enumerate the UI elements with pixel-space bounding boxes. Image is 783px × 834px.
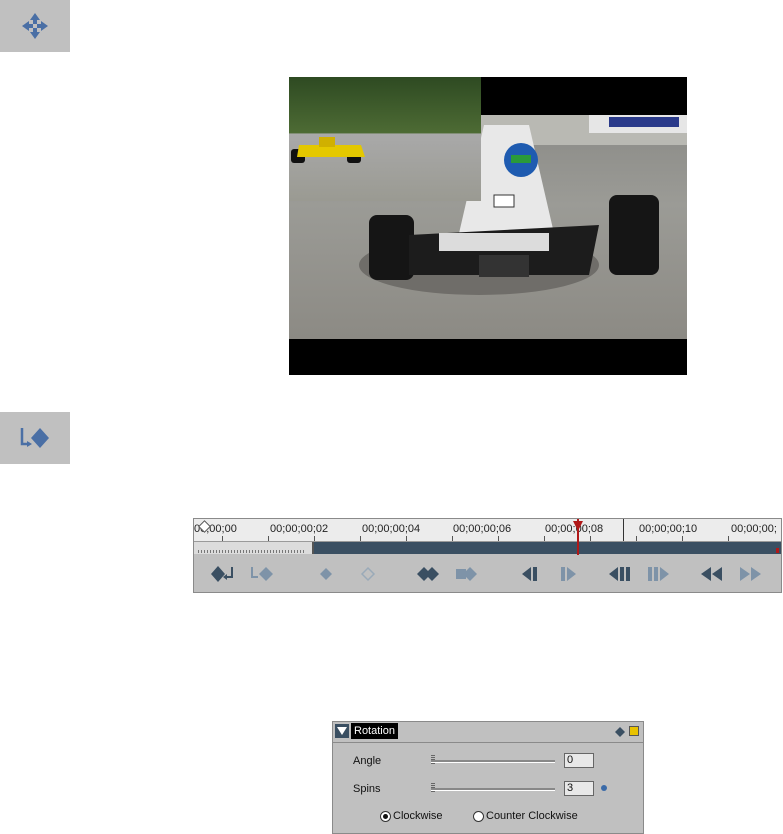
clear-keyframe-control[interactable] bbox=[354, 563, 382, 585]
ruler-tick bbox=[636, 536, 637, 541]
keyframe-diamond-icon[interactable] bbox=[614, 726, 626, 738]
go-to-start-control[interactable] bbox=[698, 563, 726, 585]
angle-input[interactable]: 0 bbox=[564, 753, 594, 768]
paste-keyframe-control[interactable] bbox=[452, 563, 480, 585]
pip-race-car bbox=[291, 137, 365, 163]
radio-selected-icon bbox=[380, 810, 391, 822]
ruler-tick bbox=[314, 536, 315, 541]
angle-slider[interactable] bbox=[431, 760, 555, 763]
ruler-tick bbox=[728, 536, 729, 541]
previous-keyframe-control[interactable] bbox=[516, 563, 544, 585]
timecode-label: 00;00;00;02 bbox=[270, 523, 329, 535]
spins-slider[interactable] bbox=[431, 788, 555, 791]
spins-keyframe-dot bbox=[601, 785, 607, 791]
timecode-label: 00;00;00;04 bbox=[362, 523, 421, 535]
collapse-triangle-icon bbox=[337, 727, 347, 735]
rewind-icon bbox=[701, 567, 722, 581]
copy-keyframe-control[interactable] bbox=[414, 563, 442, 585]
picture-in-picture-frame bbox=[289, 77, 481, 201]
ruler-tick bbox=[360, 536, 361, 541]
rotation-panel: Rotation Angle 0 Spins 3 Clockwise Count… bbox=[332, 721, 644, 834]
rotation-title: Rotation bbox=[351, 723, 398, 739]
add-keyframe-button[interactable] bbox=[0, 412, 70, 464]
ruler-tick bbox=[268, 536, 269, 541]
timeline-ruler[interactable]: 00;00;00 00;00;00;02 00;00;00;04 00;00;0… bbox=[194, 519, 781, 542]
ruler-tick bbox=[544, 536, 545, 541]
playhead-handle[interactable] bbox=[573, 521, 583, 531]
set-keyframe-control[interactable] bbox=[312, 563, 340, 585]
video-preview bbox=[289, 77, 687, 375]
enable-keyframe-toggle[interactable] bbox=[629, 726, 639, 736]
timeline-controls bbox=[194, 557, 781, 591]
step-back-icon bbox=[609, 567, 630, 581]
next-keyframe-icon bbox=[561, 567, 576, 581]
collapse-button[interactable] bbox=[335, 724, 349, 738]
add-keyframe-control[interactable] bbox=[210, 563, 238, 585]
rotation-panel-header[interactable]: Rotation bbox=[333, 722, 643, 743]
move-arrows-icon bbox=[22, 13, 48, 39]
go-to-end-control[interactable] bbox=[736, 563, 764, 585]
counter-clockwise-label: Counter Clockwise bbox=[486, 810, 578, 822]
add-keyframe-icon bbox=[20, 428, 49, 448]
spins-label: Spins bbox=[353, 783, 381, 795]
track-end-marker bbox=[776, 548, 779, 553]
selected-range[interactable] bbox=[194, 542, 314, 554]
angle-label: Angle bbox=[353, 755, 382, 767]
clip-end-line bbox=[623, 519, 624, 541]
timecode-label: 00;00;00;10 bbox=[639, 523, 698, 535]
keyframe-outline-icon bbox=[360, 566, 376, 582]
remove-keyframe-control[interactable] bbox=[248, 563, 276, 585]
timecode-label: 00;00;00;06 bbox=[453, 523, 512, 535]
ruler-tick bbox=[590, 536, 591, 541]
ruler-tick bbox=[498, 536, 499, 541]
timecode-label: 00;00;00; bbox=[731, 523, 777, 535]
clockwise-radio[interactable]: Clockwise bbox=[380, 810, 443, 822]
next-frame-control[interactable] bbox=[644, 563, 672, 585]
radio-unselected-icon bbox=[473, 810, 484, 822]
counter-clockwise-radio[interactable]: Counter Clockwise bbox=[473, 810, 578, 822]
move-tool-button[interactable] bbox=[0, 0, 70, 52]
keyframe-diamond-icon bbox=[320, 568, 332, 580]
ruler-tick bbox=[682, 536, 683, 541]
next-keyframe-control[interactable] bbox=[554, 563, 582, 585]
ruler-tick bbox=[406, 536, 407, 541]
previous-frame-control[interactable] bbox=[606, 563, 634, 585]
ruler-tick bbox=[222, 536, 223, 541]
keyframe-track[interactable] bbox=[194, 542, 781, 554]
add-keyframe-icon bbox=[211, 566, 233, 582]
ruler-tick bbox=[452, 536, 453, 541]
fast-forward-icon bbox=[740, 567, 761, 581]
copy-keyframe-icon bbox=[417, 567, 439, 581]
previous-keyframe-icon bbox=[522, 567, 537, 581]
remove-keyframe-icon bbox=[251, 567, 273, 581]
spins-input[interactable]: 3 bbox=[564, 781, 594, 796]
clockwise-label: Clockwise bbox=[393, 810, 443, 822]
keyframe-timeline[interactable]: 00;00;00 00;00;00;02 00;00;00;04 00;00;0… bbox=[193, 518, 782, 593]
paste-keyframe-icon bbox=[456, 567, 477, 581]
step-forward-icon bbox=[648, 567, 669, 581]
